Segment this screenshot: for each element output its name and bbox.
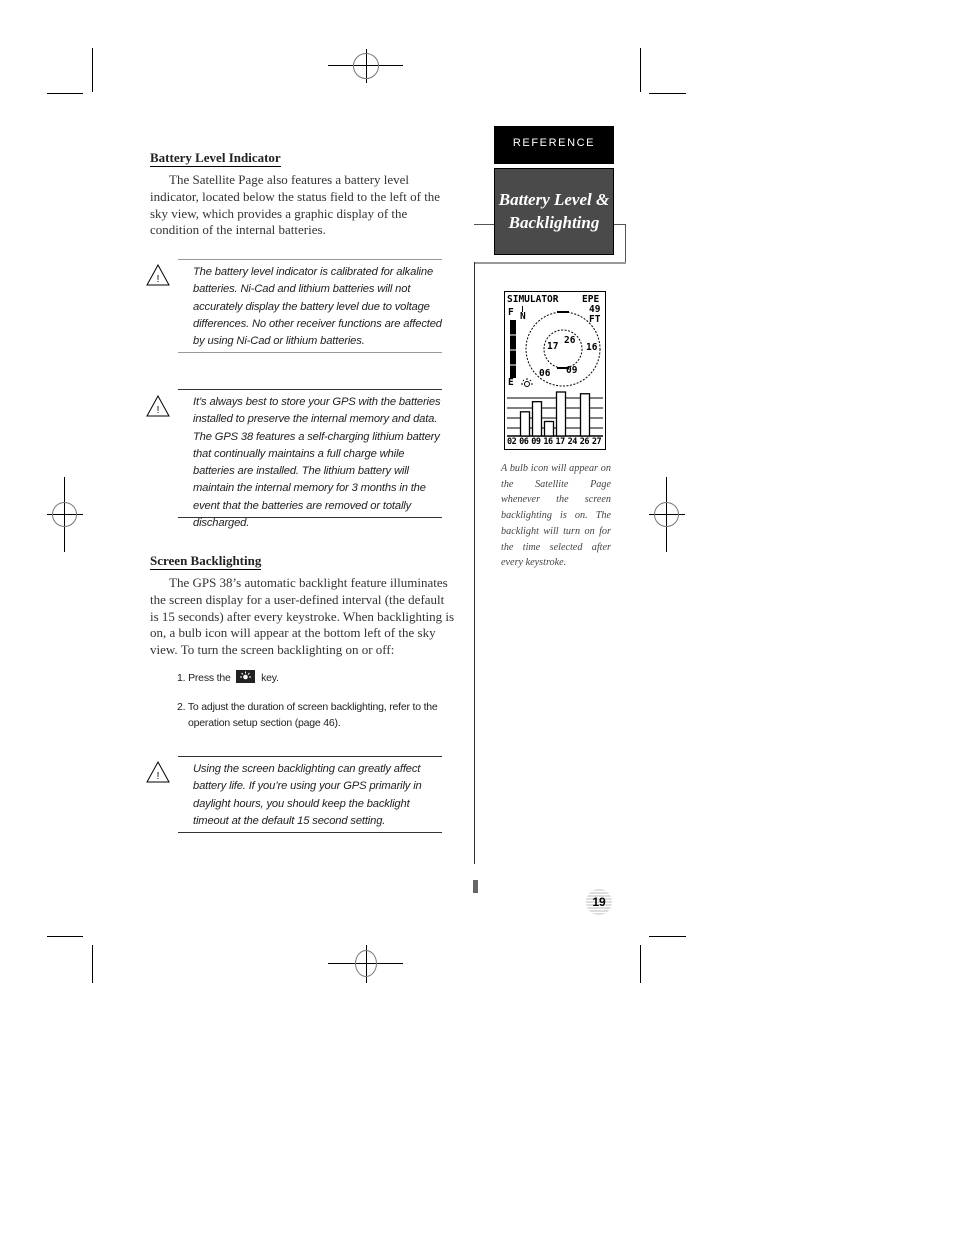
screen-backlighting-paragraph: The GPS 38’s automatic backlight feature… [150,575,456,659]
screen-backlighting-heading: Screen Backlighting [150,553,262,570]
signal-bar-26 [579,393,591,437]
title-connector-right-down [625,224,626,263]
battery-level-heading: Battery Level Indicator [150,150,281,167]
svg-text:!: ! [157,274,160,285]
note-text: Using the screen backlighting can greatl… [193,763,422,827]
crop-mark [47,93,83,94]
section-title-line1: Battery Level & [498,190,610,209]
paragraph-text: The GPS 38’s automatic backlight feature… [150,575,455,658]
battery-level-paragraph: The Satellite Page also features a batte… [150,172,458,239]
crop-mark [640,48,641,92]
sidebar-rule [474,262,626,264]
gps-signal-labels: 02 06 09 16 17 24 26 27 [507,437,604,448]
warning-triangle-icon: ! [146,761,170,783]
sky-sat-26: 26 [564,335,576,346]
note-backlight-battery-life: Using the screen backlighting can greatl… [178,756,442,833]
note-text: It’s always best to store your GPS with … [193,396,441,530]
signal-label-26: 26 [579,437,590,447]
page-number: 19 [586,889,612,915]
signal-bar-09 [531,401,543,437]
title-connector-left [474,224,494,225]
signal-bar-06 [519,411,531,437]
section-tab-reference: REFERENCE [494,126,614,164]
step-2: 2. To adjust the duration of screen back… [177,700,452,731]
note-battery-calibration: The battery level indicator is calibrate… [178,259,442,353]
step-2-line1: 2. To adjust the duration of screen back… [177,701,438,713]
page-marker [473,880,478,893]
backlight-key-icon [236,670,256,683]
signal-label-16: 16 [543,437,553,447]
note-text: The battery level indicator is calibrate… [193,266,442,348]
crop-mark [649,93,686,94]
step-1-text: 1. Press the [177,672,231,684]
bulb-icon [521,378,533,387]
sky-sat-09: 09 [566,365,578,376]
sky-sat-16: 16 [586,342,598,353]
gps-signal-strength-chart [507,391,603,437]
step-1-text-after: key. [261,672,279,684]
crop-mark [92,945,93,983]
step-2-line2: operation setup section (page 46). [188,716,341,729]
column-divider [474,262,475,864]
sky-sat-17: 17 [547,341,559,352]
signal-label-27: 27 [591,437,602,447]
battery-ticks [510,334,516,366]
sky-sat-06: 06 [539,368,551,379]
signal-label-06: 06 [519,437,529,447]
warning-triangle-icon: ! [146,395,170,417]
note-battery-storage: It’s always best to store your GPS with … [178,389,442,529]
signal-label-24: 24 [567,437,578,447]
crop-mark [92,48,93,92]
section-title-box: Battery Level & Backlighting [494,168,614,255]
title-connector-right [614,224,625,225]
signal-label-09: 09 [531,437,541,447]
section-title-line2: Backlighting [508,213,600,232]
signal-bar-17 [555,391,567,437]
signal-label-17: 17 [555,437,566,447]
svg-text:!: ! [157,771,160,782]
paragraph-text: The Satellite Page also features a batte… [150,172,441,238]
step-1: 1. Press the key. [177,670,452,687]
signal-label-02: 02 [507,437,517,447]
signal-bar-16 [543,420,555,437]
crop-mark [649,936,686,937]
crop-mark [640,945,641,983]
gps-satellite-page-screen: SIMULATOR EPE 49 FT F E N 17 26 16 06 09… [504,291,606,450]
figure-caption: A bulb icon will appear on the Satellite… [501,463,611,569]
warning-triangle-icon: ! [146,264,170,286]
svg-text:!: ! [157,405,160,416]
crop-mark [47,936,83,937]
